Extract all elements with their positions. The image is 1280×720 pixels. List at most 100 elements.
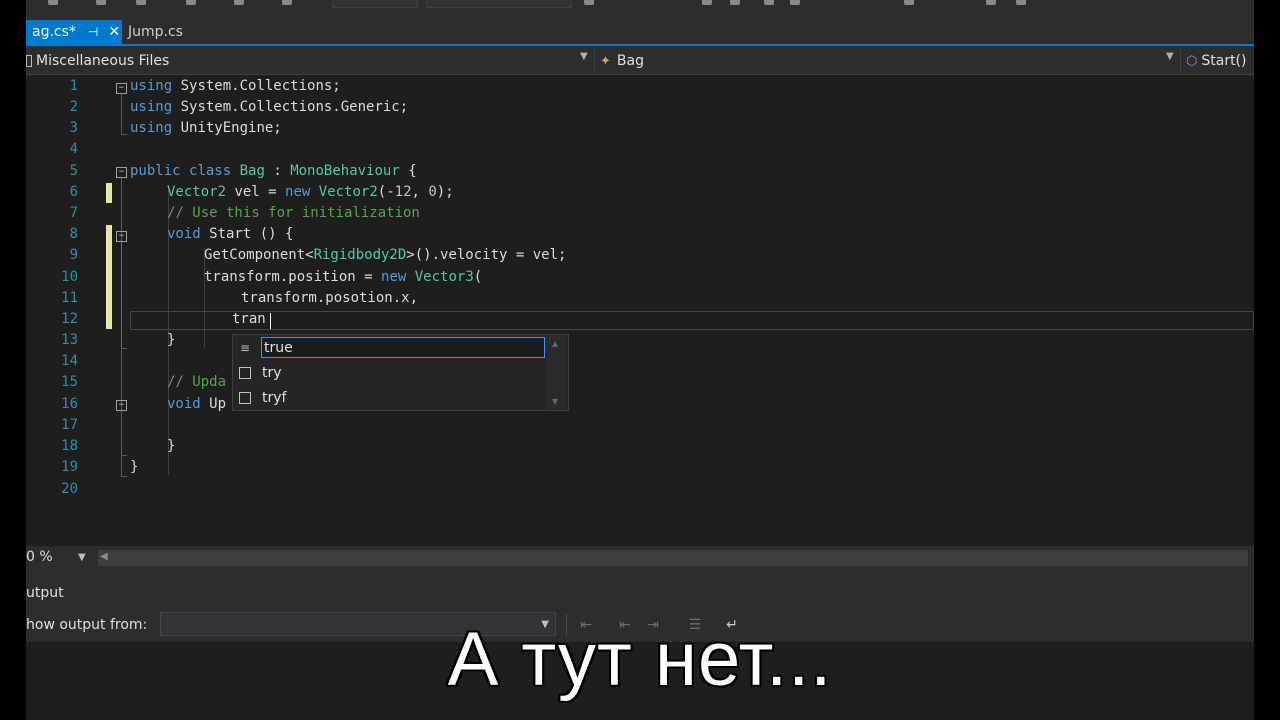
toolbar-icon[interactable] <box>48 0 58 5</box>
change-marker <box>106 225 112 329</box>
line-number: 7 <box>69 205 78 221</box>
output-title: utput <box>26 585 64 601</box>
collapse-icon[interactable]: − <box>116 400 127 411</box>
code-editor[interactable]: 1 2 3 4 5 6 7 8 9 10 11 12 13 14 15 16 1… <box>26 75 1254 546</box>
toolbar-icon[interactable] <box>986 0 996 5</box>
class-dropdown[interactable]: ✦ Bag <box>600 50 644 72</box>
tab-jump-cs[interactable]: Jump.cs <box>122 20 202 44</box>
toolbar-icon[interactable] <box>1016 0 1026 5</box>
horizontal-scrollbar[interactable] <box>98 550 1248 566</box>
collapse-icon[interactable]: − <box>116 231 127 242</box>
member-dropdown[interactable]: ⬡ Start() <box>1186 50 1246 72</box>
completion-item-try[interactable]: try <box>234 361 548 385</box>
line-number: 20 <box>61 481 78 497</box>
toolbar <box>26 0 1254 20</box>
toolbar-icon[interactable] <box>96 0 106 5</box>
code-line-9: GetComponent<Rigidbody2D>().velocity = v… <box>204 247 567 263</box>
pin-icon[interactable]: ⊣ <box>88 25 98 39</box>
outline-line <box>121 411 122 455</box>
code-line-11: transform.posotion.x, <box>241 290 419 306</box>
line-number: 1 <box>69 78 78 94</box>
line-number: 3 <box>69 120 78 136</box>
completion-label: true <box>261 337 545 358</box>
code-line-3: using UnityEngine; <box>130 120 282 136</box>
line-number: 9 <box>69 247 78 263</box>
toolbar-icon[interactable] <box>136 0 146 5</box>
scroll-down-icon[interactable]: ▼ <box>552 397 558 406</box>
line-number: 2 <box>69 99 78 115</box>
chevron-down-icon[interactable]: ▼ <box>580 51 588 62</box>
code-line-10: transform.position = new Vector3( <box>204 269 483 285</box>
toolbar-icon[interactable] <box>790 0 800 5</box>
class-label: Bag <box>616 53 644 69</box>
toolbar-icon[interactable] <box>702 0 712 5</box>
video-subtitle: А тут нет... <box>447 617 833 702</box>
code-line-13: } <box>167 332 176 348</box>
outline-line <box>121 242 122 348</box>
completion-item-true[interactable]: ≡ true <box>234 336 548 360</box>
line-number: 10 <box>61 269 78 285</box>
zoom-level[interactable]: 0 % <box>26 549 53 565</box>
popup-scrollbar[interactable]: ▲ ▼ <box>547 336 567 409</box>
toolbar-dropdown[interactable] <box>332 0 418 8</box>
tab-bag-cs[interactable]: ag.cs* ⊣ ✕ <box>26 20 122 44</box>
divider <box>1180 50 1181 72</box>
code-line-7: // Use this for initialization <box>167 205 420 221</box>
line-number: 19 <box>61 459 78 475</box>
code-line-8: void Start () { <box>167 226 294 242</box>
line-number: 16 <box>61 396 78 412</box>
code-line-18: } <box>167 438 176 454</box>
scroll-left-icon[interactable]: ◀ <box>100 551 108 562</box>
line-number: 8 <box>69 226 78 242</box>
toolbar-icon[interactable] <box>904 0 914 5</box>
toolbar-icon[interactable] <box>584 0 594 5</box>
file-icon <box>26 55 32 67</box>
change-marker <box>106 183 112 203</box>
toolbar-icon[interactable] <box>234 0 244 5</box>
toolbar-icon[interactable] <box>282 0 292 5</box>
toolbar-icon[interactable] <box>730 0 740 5</box>
toolbar-icon[interactable] <box>186 0 196 5</box>
scroll-up-icon[interactable]: ▲ <box>552 339 558 348</box>
current-line-highlight <box>130 311 1254 330</box>
outline-end <box>121 476 127 477</box>
letterbox-left <box>0 0 26 720</box>
navigation-bar: Miscellaneous Files ▼ ✦ Bag ▼ ⬡ Start() <box>26 48 1254 75</box>
class-icon: ✦ <box>600 53 611 69</box>
code-line-15: // Upda <box>167 374 227 390</box>
line-number: 17 <box>61 417 78 433</box>
letterbox-right <box>1254 0 1280 720</box>
snippet-icon <box>234 367 256 379</box>
close-icon[interactable]: ✕ <box>108 24 120 40</box>
intellisense-popup[interactable]: ≡ true try tryf ▲ ▼ <box>232 334 569 411</box>
tab-label: Jump.cs <box>128 24 183 40</box>
line-number: 15 <box>61 374 78 390</box>
editor-status-bar: 0 % ▼ ◀ <box>26 546 1254 570</box>
error-squiggle <box>434 301 444 304</box>
project-dropdown[interactable]: Miscellaneous Files <box>26 50 169 72</box>
code-line-5: public class Bag : MonoBehaviour { <box>130 163 417 179</box>
outline-end <box>121 134 127 135</box>
code-line-1: using System.Collections; <box>130 78 341 94</box>
code-line-12: tran <box>232 311 266 327</box>
tab-label: ag.cs* <box>32 24 76 40</box>
text-caret <box>270 313 271 329</box>
outline-line <box>121 94 122 134</box>
completion-item-tryf[interactable]: tryf <box>234 386 548 410</box>
toolbar-dropdown[interactable] <box>426 0 572 8</box>
completion-label: tryf <box>262 390 287 406</box>
collapse-icon[interactable]: − <box>116 167 127 178</box>
line-number: 14 <box>61 353 78 369</box>
line-number: 6 <box>69 184 78 200</box>
completion-label: try <box>262 365 282 381</box>
collapse-icon[interactable]: − <box>116 83 127 94</box>
line-number: 5 <box>69 163 78 179</box>
chevron-down-icon[interactable]: ▼ <box>1166 51 1174 62</box>
line-number: 13 <box>61 332 78 348</box>
chevron-down-icon[interactable]: ▼ <box>78 552 86 563</box>
code-line-16: void Up <box>167 396 227 412</box>
outline-end <box>121 455 127 456</box>
line-number: 11 <box>61 290 78 306</box>
snippet-icon <box>234 392 256 404</box>
toolbar-icon[interactable] <box>764 0 774 5</box>
